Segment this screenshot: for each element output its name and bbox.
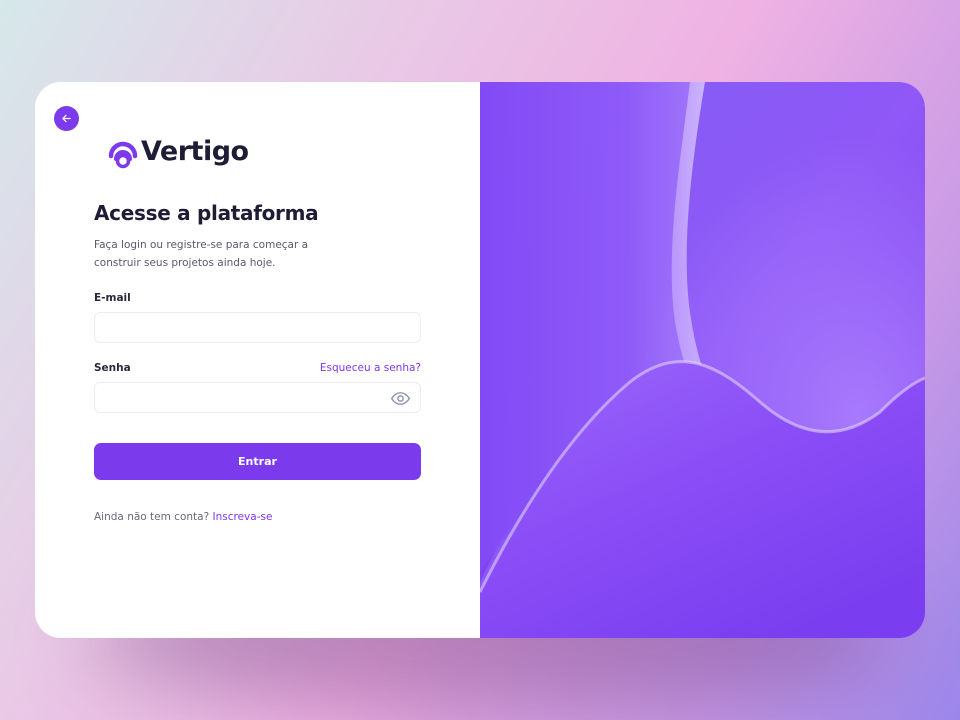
signup-link[interactable]: Inscreva-se	[213, 511, 273, 523]
arrow-left-icon	[62, 114, 71, 123]
signup-row: Ainda não tem conta? Inscreva-se	[94, 511, 272, 523]
login-card: Vertigo Acesse a plataforma Faça login o…	[35, 82, 925, 638]
page-title: Acesse a plataforma	[94, 201, 319, 225]
email-label: E-mail	[94, 292, 131, 304]
brand-name: Vertigo	[141, 135, 249, 167]
abstract-wave-art	[480, 82, 925, 638]
signup-prompt: Ainda não tem conta?	[94, 511, 210, 523]
password-field[interactable]	[94, 382, 421, 413]
login-panel: Vertigo Acesse a plataforma Faça login o…	[35, 82, 480, 638]
back-button[interactable]	[54, 106, 79, 131]
password-label: Senha	[94, 362, 131, 374]
signal-ring-icon	[108, 141, 138, 169]
brand-logo: Vertigo	[107, 132, 249, 170]
email-field[interactable]	[94, 312, 421, 343]
page-subtitle: Faça login ou registre-se para começar a…	[94, 239, 309, 269]
hero-art-panel	[480, 82, 925, 638]
submit-button[interactable]: Entrar	[94, 443, 421, 480]
forgot-password-link[interactable]: Esqueceu a senha?	[275, 362, 421, 374]
eye-icon[interactable]	[390, 388, 411, 409]
